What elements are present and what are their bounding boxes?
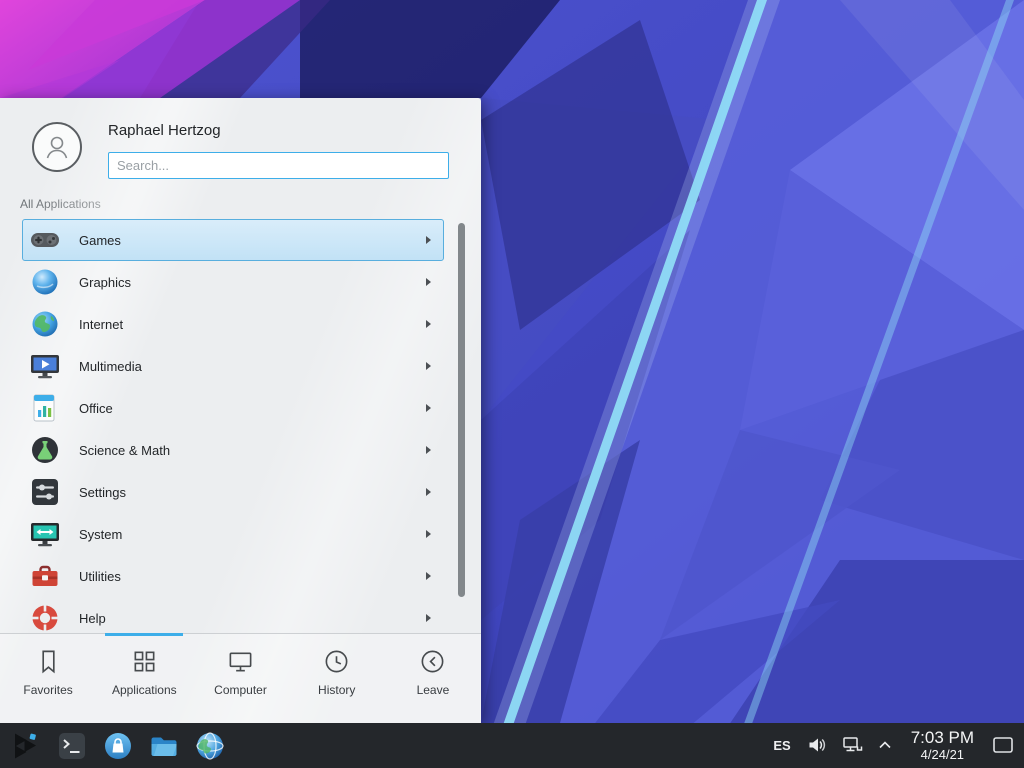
chevron-right-icon [426, 488, 431, 496]
category-row-multimedia[interactable]: Multimedia [22, 345, 444, 387]
category-row-help[interactable]: Help [22, 597, 444, 633]
browser-globe-icon [195, 731, 225, 761]
category-label: Multimedia [79, 359, 426, 374]
toolbox-icon [29, 560, 61, 592]
chevron-right-icon [426, 446, 431, 454]
system-monitor-icon [29, 518, 61, 550]
terminal-icon [57, 731, 87, 761]
settings-sliders-icon [29, 476, 61, 508]
tab-label: Applications [112, 683, 177, 697]
tab-label: Computer [214, 683, 267, 697]
taskbar: ES 7:03 PM 4/24/21 [0, 723, 1024, 768]
chevron-right-icon [426, 320, 431, 328]
chevron-right-icon [426, 614, 431, 622]
monitor-icon [227, 648, 254, 675]
scrollbar-thumb[interactable] [458, 223, 465, 597]
show-desktop-button[interactable] [992, 735, 1014, 755]
scrollbar[interactable] [458, 223, 465, 625]
category-label: Settings [79, 485, 426, 500]
show-desktop-icon [992, 735, 1014, 755]
folder-icon [149, 731, 179, 761]
chevron-right-icon [426, 530, 431, 538]
user-icon [42, 132, 72, 162]
category-row-graphics[interactable]: Graphics [22, 261, 444, 303]
tab-applications[interactable]: Applications [96, 634, 192, 723]
avatar[interactable] [32, 122, 82, 172]
launcher-tab-bar: Favorites Applications Computer History [0, 633, 481, 723]
tab-label: History [318, 683, 355, 697]
category-label: Help [79, 611, 426, 626]
leave-icon [419, 648, 446, 675]
application-launcher-menu: Raphael Hertzog All Applications Games G… [0, 98, 481, 723]
category-list: Games Graphics Internet Multimedia [0, 217, 481, 633]
bookmark-icon [35, 648, 62, 675]
tab-label: Favorites [23, 683, 72, 697]
app-launcher-button[interactable] [8, 728, 44, 764]
category-label: System [79, 527, 426, 542]
clock-time: 7:03 PM [911, 728, 974, 748]
category-row-settings[interactable]: Settings [22, 471, 444, 513]
category-label: Graphics [79, 275, 426, 290]
clock[interactable]: 7:03 PM 4/24/21 [911, 728, 974, 762]
category-row-system[interactable]: System [22, 513, 444, 555]
chevron-right-icon [426, 278, 431, 286]
software-center-button[interactable] [100, 728, 136, 764]
category-row-games[interactable]: Games [22, 219, 444, 261]
category-label: Science & Math [79, 443, 426, 458]
science-flask-icon [29, 434, 61, 466]
tab-leave[interactable]: Leave [385, 634, 481, 723]
gamepad-icon [29, 224, 61, 256]
discover-bag-icon [103, 731, 133, 761]
user-name: Raphael Hertzog [108, 122, 449, 139]
multimedia-icon [29, 350, 61, 382]
tray-expand-icon[interactable] [878, 740, 892, 750]
office-icon [29, 392, 61, 424]
terminal-button[interactable] [54, 728, 90, 764]
category-label: Games [79, 233, 426, 248]
kde-launcher-icon [11, 731, 41, 761]
clock-icon [323, 648, 350, 675]
category-row-utilities[interactable]: Utilities [22, 555, 444, 597]
tab-label: Leave [417, 683, 450, 697]
network-icon[interactable] [842, 735, 863, 755]
volume-icon[interactable] [807, 735, 827, 755]
graphics-icon [29, 266, 61, 298]
category-row-office[interactable]: Office [22, 387, 444, 429]
file-manager-button[interactable] [146, 728, 182, 764]
search-input[interactable] [108, 152, 449, 179]
category-label: Utilities [79, 569, 426, 584]
clock-date: 4/24/21 [911, 748, 974, 763]
keyboard-layout-indicator[interactable]: ES [773, 738, 790, 753]
category-row-science-math[interactable]: Science & Math [22, 429, 444, 471]
tab-favorites[interactable]: Favorites [0, 634, 96, 723]
section-label: All Applications [0, 191, 481, 217]
tab-history[interactable]: History [289, 634, 385, 723]
globe-icon [29, 308, 61, 340]
chevron-right-icon [426, 362, 431, 370]
category-row-internet[interactable]: Internet [22, 303, 444, 345]
chevron-right-icon [426, 236, 431, 244]
tab-computer[interactable]: Computer [192, 634, 288, 723]
chevron-right-icon [426, 572, 431, 580]
header-right: Raphael Hertzog [108, 122, 449, 179]
category-label: Office [79, 401, 426, 416]
help-icon [29, 602, 61, 633]
launcher-header: Raphael Hertzog [0, 98, 481, 191]
grid-icon [131, 648, 158, 675]
web-browser-button[interactable] [192, 728, 228, 764]
category-label: Internet [79, 317, 426, 332]
system-tray: ES 7:03 PM 4/24/21 [773, 728, 1016, 762]
chevron-right-icon [426, 404, 431, 412]
